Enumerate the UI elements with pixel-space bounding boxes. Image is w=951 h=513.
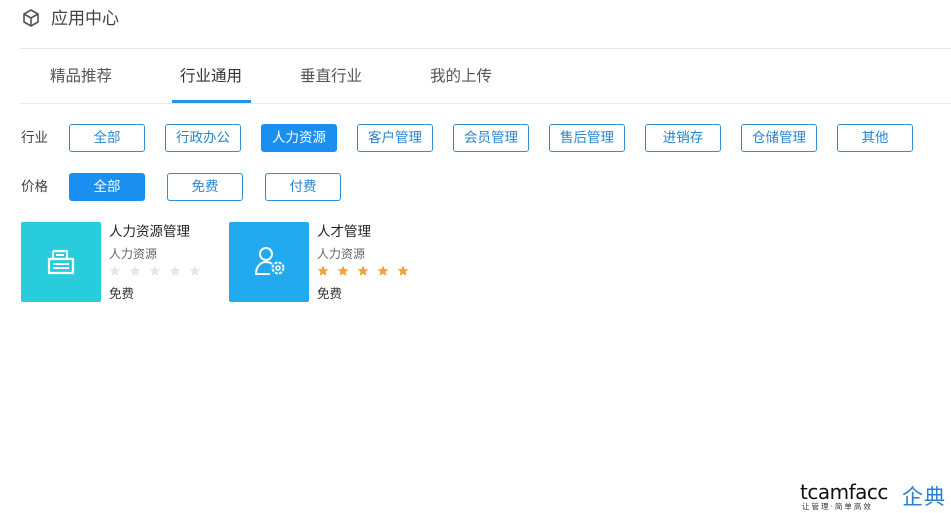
- user-gear-icon: [255, 247, 285, 275]
- active-tab-indicator: [172, 100, 251, 103]
- tab-bar: 精品推荐 行业通用 垂直行业 我的上传: [20, 49, 951, 104]
- page-header: 应用中心: [0, 0, 951, 48]
- star-icon: [149, 265, 161, 276]
- app-card[interactable]: 人力资源管理 人力资源 免费: [21, 222, 221, 304]
- app-price: 免费: [317, 286, 343, 301]
- industry-filter-option[interactable]: 人力资源: [261, 124, 337, 152]
- industry-filter-option[interactable]: 进销存: [645, 124, 721, 152]
- industry-filter-option[interactable]: 全部: [69, 124, 145, 152]
- industry-filter-label: 行业: [21, 130, 48, 146]
- price-filter-label: 价格: [21, 179, 48, 195]
- star-icon: [189, 265, 201, 276]
- app-name[interactable]: 人力资源管理: [109, 223, 190, 241]
- app-category: 人力资源: [109, 247, 158, 261]
- cube-icon: [23, 9, 39, 27]
- star-icon: [357, 265, 369, 276]
- star-icon: [377, 265, 389, 276]
- star-icon: [317, 265, 329, 276]
- industry-filter-option[interactable]: 会员管理: [453, 124, 529, 152]
- star-icon: [169, 265, 181, 276]
- app-name[interactable]: 人才管理: [317, 223, 371, 241]
- tab-my-uploads[interactable]: 我的上传: [429, 49, 493, 103]
- watermark-brand: tcamfacc: [800, 480, 888, 504]
- industry-filter-option[interactable]: 行政办公: [165, 124, 241, 152]
- price-filter-option[interactable]: 免费: [167, 173, 243, 201]
- tab-general-industry[interactable]: 行业通用: [179, 49, 243, 103]
- watermark-cn: 企典: [902, 485, 946, 509]
- industry-filter-option[interactable]: 仓储管理: [741, 124, 817, 152]
- star-icon: [129, 265, 141, 276]
- app-price: 免费: [109, 286, 135, 301]
- app-category: 人力资源: [317, 247, 366, 261]
- page-title: 应用中心: [51, 9, 119, 29]
- price-filter-option[interactable]: 付费: [265, 173, 341, 201]
- app-tile[interactable]: [21, 222, 101, 302]
- app-card[interactable]: 人才管理 人力资源 免费: [229, 222, 429, 304]
- price-filter-option[interactable]: 全部: [69, 173, 145, 201]
- tab-vertical-industry[interactable]: 垂直行业: [299, 49, 363, 103]
- watermark-slogan: 让管理·简单高效: [802, 502, 873, 511]
- industry-filter-option[interactable]: 客户管理: [357, 124, 433, 152]
- document-stack-icon: [47, 249, 75, 275]
- app-tile[interactable]: [229, 222, 309, 302]
- industry-filter-option[interactable]: 其他: [837, 124, 913, 152]
- star-icon: [397, 265, 409, 276]
- tab-featured[interactable]: 精品推荐: [49, 49, 113, 103]
- watermark-logo: tcamfacc 让管理·简单高效 企典: [800, 480, 951, 513]
- star-icon: [109, 265, 121, 276]
- star-icon: [337, 265, 349, 276]
- industry-filter-option[interactable]: 售后管理: [549, 124, 625, 152]
